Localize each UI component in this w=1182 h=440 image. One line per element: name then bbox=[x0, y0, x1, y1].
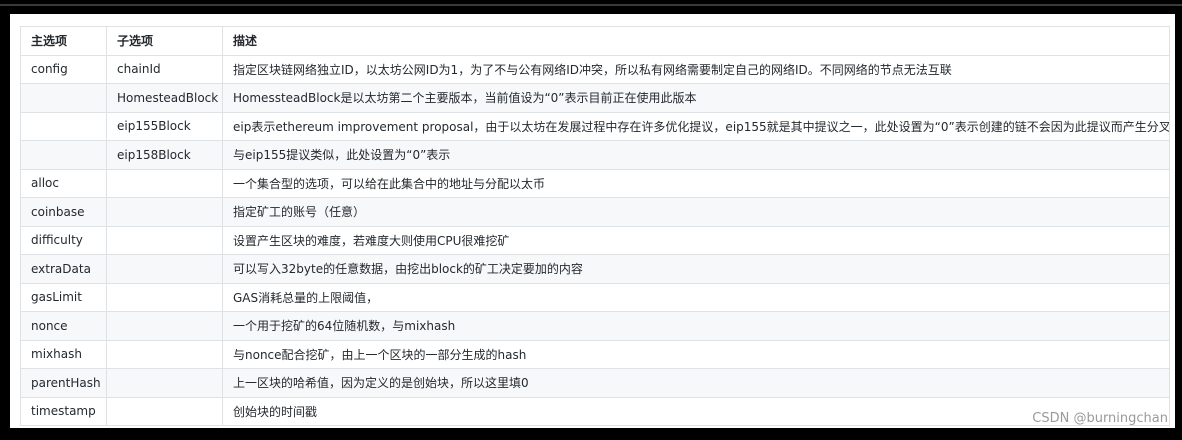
cell-main: timestamp bbox=[20, 396, 107, 426]
cell-desc: 与eip155提议类似，此处设置为“0”表示 bbox=[222, 140, 1170, 170]
cell-desc: 与nonce配合挖矿，由上一个区块的一部分生成的hash bbox=[222, 339, 1170, 369]
table-row: difficulty 设置产生区块的难度，若难度大则使用CPU很难挖矿 bbox=[20, 225, 1170, 255]
table-row: mixhash 与nonce配合挖矿，由上一个区块的一部分生成的hash bbox=[20, 339, 1170, 369]
cell-desc: 上一区块的哈希值，因为定义的是创始块，所以这里填0 bbox=[222, 368, 1170, 398]
cell-main: alloc bbox=[20, 168, 107, 198]
table-header: 主选项 子选项 描述 bbox=[20, 26, 1170, 56]
cell-main: parentHash bbox=[20, 368, 107, 398]
cell-desc: 可以写入32byte的任意数据，由挖出block的矿工决定要加的内容 bbox=[222, 254, 1170, 284]
cell-main bbox=[20, 83, 107, 113]
table-row: eip158Block 与eip155提议类似，此处设置为“0”表示 bbox=[20, 140, 1170, 170]
header-sub-option: 子选项 bbox=[106, 26, 223, 56]
cell-main: gasLimit bbox=[20, 282, 107, 312]
table-panel: 主选项 子选项 描述 config chainId 指定区块链网络独立ID，以太… bbox=[10, 14, 1175, 428]
cell-desc: 创始块的时间戳 bbox=[222, 396, 1170, 426]
cell-main: extraData bbox=[20, 254, 107, 284]
table-row: nonce 一个用于挖矿的64位随机数，与mixhash bbox=[20, 311, 1170, 341]
header-description: 描述 bbox=[222, 26, 1170, 56]
header-main-option: 主选项 bbox=[20, 26, 107, 56]
table-row: config chainId 指定区块链网络独立ID，以太坊公网ID为1，为了不… bbox=[20, 54, 1170, 84]
cell-desc: HomessteadBlock是以太坊第二个主要版本，当前值设为“0”表示目前正… bbox=[222, 83, 1170, 113]
table-body: config chainId 指定区块链网络独立ID，以太坊公网ID为1，为了不… bbox=[20, 54, 1170, 426]
genesis-options-table: 主选项 子选项 描述 config chainId 指定区块链网络独立ID，以太… bbox=[20, 26, 1170, 426]
cell-sub: eip155Block bbox=[106, 111, 223, 141]
cell-sub bbox=[106, 396, 223, 426]
cell-main: coinbase bbox=[20, 197, 107, 227]
cell-sub bbox=[106, 368, 223, 398]
cell-main: nonce bbox=[20, 311, 107, 341]
cell-desc: 指定矿工的账号（任意） bbox=[222, 197, 1170, 227]
cell-main: mixhash bbox=[20, 339, 107, 369]
csdn-watermark: CSDN @burningchan bbox=[1032, 411, 1168, 426]
table-row: gasLimit GAS消耗总量的上限阈值， bbox=[20, 282, 1170, 312]
cell-sub bbox=[106, 168, 223, 198]
cell-sub: chainId bbox=[106, 54, 223, 84]
cell-desc: 一个集合型的选项，可以给在此集合中的地址与分配以太币 bbox=[222, 168, 1170, 198]
cell-sub bbox=[106, 282, 223, 312]
cell-main: config bbox=[20, 54, 107, 84]
cell-main bbox=[20, 140, 107, 170]
window-top-border bbox=[0, 4, 1182, 6]
table-row: extraData 可以写入32byte的任意数据，由挖出block的矿工决定要… bbox=[20, 254, 1170, 284]
cell-sub bbox=[106, 225, 223, 255]
header-row: 主选项 子选项 描述 bbox=[20, 26, 1170, 56]
cell-sub bbox=[106, 254, 223, 284]
cell-desc: 一个用于挖矿的64位随机数，与mixhash bbox=[222, 311, 1170, 341]
table-row: timestamp 创始块的时间戳 bbox=[20, 396, 1170, 426]
cell-sub bbox=[106, 197, 223, 227]
table-row: HomesteadBlock HomessteadBlock是以太坊第二个主要版… bbox=[20, 83, 1170, 113]
cell-sub: HomesteadBlock bbox=[106, 83, 223, 113]
cell-sub bbox=[106, 339, 223, 369]
cell-main: difficulty bbox=[20, 225, 107, 255]
table-row: coinbase 指定矿工的账号（任意） bbox=[20, 197, 1170, 227]
cell-desc: GAS消耗总量的上限阈值， bbox=[222, 282, 1170, 312]
cell-sub bbox=[106, 311, 223, 341]
table-row: parentHash 上一区块的哈希值，因为定义的是创始块，所以这里填0 bbox=[20, 368, 1170, 398]
cell-main bbox=[20, 111, 107, 141]
cell-desc: 指定区块链网络独立ID，以太坊公网ID为1，为了不与公有网络ID冲突，所以私有网… bbox=[222, 54, 1170, 84]
table-row: alloc 一个集合型的选项，可以给在此集合中的地址与分配以太币 bbox=[20, 168, 1170, 198]
cell-desc: 设置产生区块的难度，若难度大则使用CPU很难挖矿 bbox=[222, 225, 1170, 255]
cell-sub: eip158Block bbox=[106, 140, 223, 170]
table-row: eip155Block eip表示ethereum improvement pr… bbox=[20, 111, 1170, 141]
cell-desc: eip表示ethereum improvement proposal，由于以太坊… bbox=[222, 111, 1170, 141]
